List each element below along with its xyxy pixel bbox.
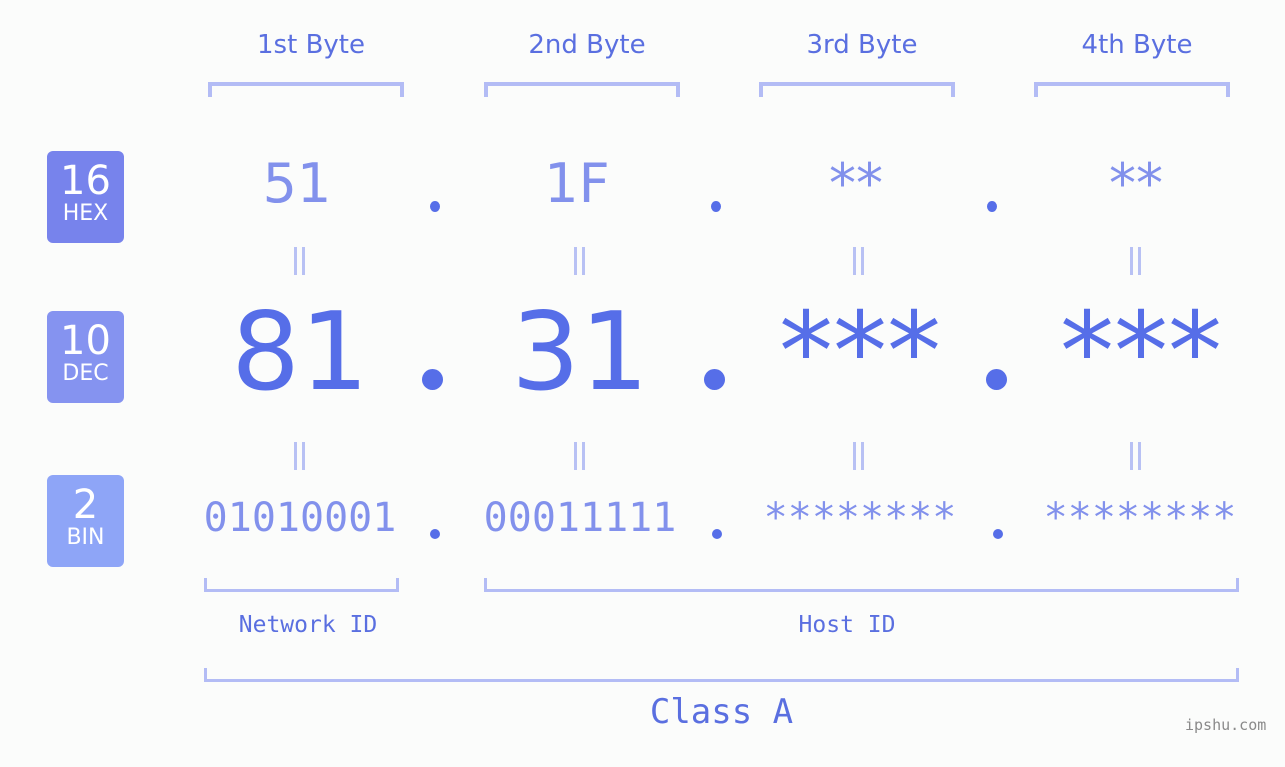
byte-2-dec: 31 — [511, 290, 649, 415]
bin-base-number: 2 — [72, 482, 99, 528]
hex-separator-dot — [987, 201, 997, 212]
byte-2-bracket — [484, 82, 680, 97]
equals-icon — [1127, 442, 1147, 470]
class-bracket — [204, 668, 1239, 682]
host-id-bracket — [484, 578, 1239, 592]
dec-base-number: 10 — [60, 318, 111, 364]
equals-icon — [571, 247, 591, 275]
byte-1-hex: 51 — [262, 152, 332, 215]
byte-4-bin: ******** — [1043, 495, 1237, 541]
equals-icon — [850, 247, 870, 275]
byte-1-bracket — [208, 82, 404, 97]
watermark: ipshu.com — [1185, 716, 1267, 734]
network-id-bracket — [204, 578, 399, 592]
network-id-label: Network ID — [238, 612, 378, 638]
bin-badge: 2 BIN — [47, 475, 124, 567]
host-id-label: Host ID — [798, 612, 896, 638]
ip-class-label: Class A — [649, 692, 794, 732]
byte-4-label: 4th Byte — [1081, 30, 1193, 60]
dec-separator-dot — [986, 369, 1007, 390]
dec-separator-dot — [704, 369, 725, 390]
dec-badge: 10 DEC — [47, 311, 124, 403]
equals-icon — [1127, 247, 1147, 275]
byte-3-hex: ** — [829, 152, 883, 215]
dec-base-label: DEC — [62, 361, 109, 386]
bin-separator-dot — [430, 529, 440, 539]
bin-separator-dot — [712, 529, 722, 539]
equals-icon — [291, 247, 311, 275]
byte-1-bin: 01010001 — [203, 495, 397, 541]
byte-4-bracket — [1034, 82, 1230, 97]
byte-3-dec: *** — [779, 290, 941, 415]
byte-2-hex: 1F — [544, 152, 610, 215]
hex-badge: 16 HEX — [47, 151, 124, 243]
byte-3-bin: ******** — [763, 495, 957, 541]
byte-2-label: 2nd Byte — [528, 30, 646, 60]
bin-base-label: BIN — [66, 525, 105, 550]
byte-1-dec: 81 — [231, 290, 369, 415]
equals-icon — [291, 442, 311, 470]
byte-2-bin: 00011111 — [483, 495, 677, 541]
bin-separator-dot — [993, 529, 1003, 539]
byte-3-bracket — [759, 82, 955, 97]
hex-separator-dot — [430, 201, 440, 212]
byte-1-label: 1st Byte — [257, 30, 365, 60]
hex-base-label: HEX — [62, 201, 109, 226]
hex-base-number: 16 — [60, 158, 111, 204]
hex-separator-dot — [711, 201, 721, 212]
byte-4-hex: ** — [1109, 152, 1163, 215]
dec-separator-dot — [422, 369, 443, 390]
byte-4-dec: *** — [1060, 290, 1222, 415]
byte-3-label: 3rd Byte — [806, 30, 918, 60]
equals-icon — [571, 442, 591, 470]
equals-icon — [850, 442, 870, 470]
